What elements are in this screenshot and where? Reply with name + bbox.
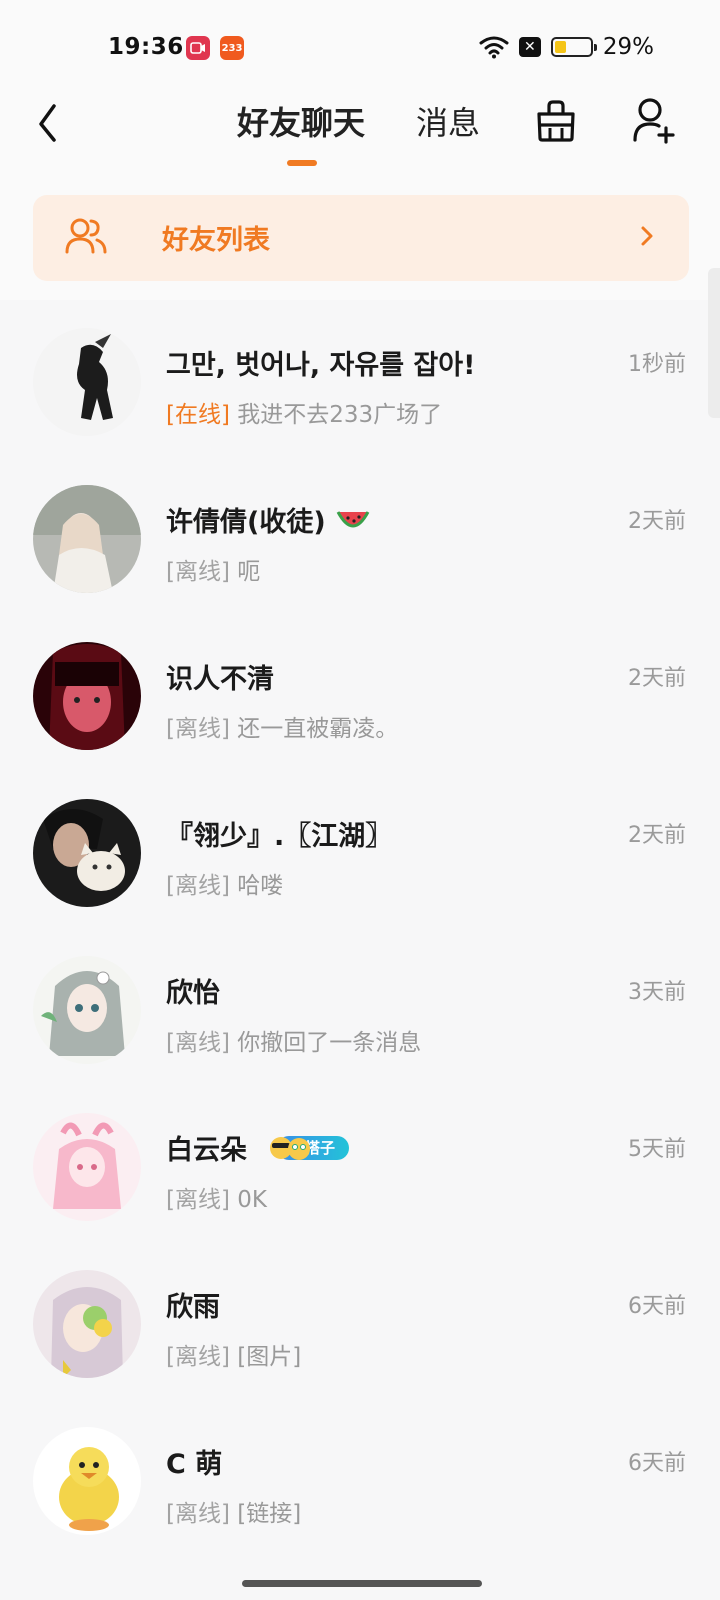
chat-preview: [离线] 你撤回了一条消息 xyxy=(166,1023,421,1057)
broom-basket-icon xyxy=(537,100,575,142)
home-indicator[interactable] xyxy=(242,1580,482,1587)
chat-time: 2天前 xyxy=(628,666,686,691)
chat-name-text: 『翎少』.〖江湖〗 xyxy=(166,821,393,852)
offline-status: [离线] xyxy=(166,1187,230,1213)
chat-name: 『翎少』.〖江湖〗 xyxy=(166,814,392,853)
record-icon xyxy=(186,36,210,60)
chat-time: 6天前 xyxy=(628,1294,686,1319)
chat-message: [图片] xyxy=(237,1344,302,1370)
chat-name-text: 白云朵 xyxy=(166,1135,247,1166)
chat-name: C 萌 xyxy=(166,1442,222,1481)
chat-message: 你撤回了一条消息 xyxy=(237,1030,422,1056)
chat-name-text: 欣雨 xyxy=(166,1292,220,1323)
chat-name: 欣雨 xyxy=(166,1285,220,1324)
chat-name-text: C 萌 xyxy=(166,1449,223,1480)
offline-status: [离线] xyxy=(166,1501,230,1527)
chevron-left-icon xyxy=(39,104,56,142)
offline-status: [离线] xyxy=(166,1030,230,1056)
close-box-icon: ✕ xyxy=(518,37,541,57)
chat-row[interactable]: 欣怡 3天前 [离线] 你撤回了一条消息 xyxy=(0,933,720,1090)
avatar[interactable] xyxy=(33,642,141,750)
chat-time: 5天前 xyxy=(628,1137,686,1162)
tab-friend-chat[interactable]: 好友聊天 xyxy=(237,98,365,144)
chat-preview: [离线] 还一直被霸凌。 xyxy=(166,709,398,743)
battery-icon xyxy=(550,37,597,57)
offline-status: [离线] xyxy=(166,716,230,742)
chat-time: 6天前 xyxy=(628,1451,686,1476)
app-233-icon: 233 xyxy=(220,36,244,60)
chat-time: 3天前 xyxy=(628,980,686,1005)
friend-list-banner[interactable]: 好友列表 xyxy=(33,195,689,281)
cleanup-button[interactable] xyxy=(534,98,578,142)
online-status: [在线] xyxy=(166,402,230,428)
chat-name: 白云朵 搭子 xyxy=(166,1128,350,1167)
active-tab-indicator xyxy=(287,160,317,166)
avatar[interactable] xyxy=(33,1427,141,1535)
battery-fill xyxy=(554,41,566,53)
add-user-icon xyxy=(633,98,675,144)
avatar[interactable] xyxy=(33,1113,141,1221)
battery-percent: 29% xyxy=(602,34,654,60)
app-233-label: 233 xyxy=(221,42,243,54)
offline-status: [离线] xyxy=(166,1344,230,1370)
chat-message: 呃 xyxy=(237,559,261,585)
chat-name-text: 欣怡 xyxy=(166,978,220,1009)
status-time: 19:36 xyxy=(108,34,184,60)
chat-name: 그만, 벗어나, 자유를 잡아! xyxy=(166,343,475,382)
chat-preview: [离线] [图片] xyxy=(166,1337,301,1371)
back-button[interactable] xyxy=(30,96,70,142)
avatar[interactable] xyxy=(33,328,141,436)
status-right: ✕ 29% xyxy=(479,32,654,62)
chat-preview: [离线] 哈喽 xyxy=(166,866,283,900)
emoji-pair-icon xyxy=(270,1136,310,1160)
offline-status: [离线] xyxy=(166,559,230,585)
chat-name-text: 许倩倩(收徒) xyxy=(166,507,326,538)
chat-preview: [离线] [链接] xyxy=(166,1494,301,1528)
avatar[interactable] xyxy=(33,956,141,1064)
chat-name-text: 그만, 벗어나, 자유를 잡아! xyxy=(166,350,476,381)
chat-message: 还一直被霸凌。 xyxy=(237,716,399,742)
chat-preview: [在线] 我进不去233广场了 xyxy=(166,395,442,429)
people-icon xyxy=(65,218,107,254)
avatar[interactable] xyxy=(33,1270,141,1378)
chat-preview: [离线] 呃 xyxy=(166,552,260,586)
chat-row[interactable]: 『翎少』.〖江湖〗 2天前 [离线] 哈喽 xyxy=(0,776,720,933)
chat-row[interactable]: C 萌 6天前 [离线] [链接] xyxy=(0,1404,720,1561)
chevron-right-icon xyxy=(641,226,653,246)
add-friend-button[interactable] xyxy=(632,96,676,144)
chat-time: 1秒前 xyxy=(628,352,686,377)
chat-row[interactable]: 许倩倩(收徒) 2天前 [离线] 呃 xyxy=(0,462,720,619)
wifi-icon xyxy=(479,36,509,59)
chat-message: 哈喽 xyxy=(237,873,284,899)
app-header: 好友聊天 消息 xyxy=(0,90,720,170)
chat-time: 2天前 xyxy=(628,509,686,534)
chat-list: 그만, 벗어나, 자유를 잡아! 1秒前 [在线] 我进不去233广场了 许倩倩… xyxy=(0,305,720,1561)
chat-name-text: 识人不清 xyxy=(166,664,274,695)
chat-time: 2天前 xyxy=(628,823,686,848)
watermelon-icon xyxy=(336,510,370,527)
offline-status: [离线] xyxy=(166,873,230,899)
chat-name: 许倩倩(收徒) xyxy=(166,500,370,539)
chat-message: [链接] xyxy=(237,1501,302,1527)
chat-message: 我进不去233广场了 xyxy=(237,402,443,428)
tab-messages[interactable]: 消息 xyxy=(416,98,480,144)
buddy-badge: 搭子 xyxy=(270,1135,350,1160)
chat-name: 欣怡 xyxy=(166,971,220,1010)
chat-row[interactable]: 识人不清 2天前 [离线] 还一直被霸凌。 xyxy=(0,619,720,776)
chat-row[interactable]: 欣雨 6天前 [离线] [图片] xyxy=(0,1247,720,1404)
chat-message: 0K xyxy=(237,1187,267,1213)
chat-row[interactable]: 그만, 벗어나, 자유를 잡아! 1秒前 [在线] 我进不去233广场了 xyxy=(0,305,720,462)
chat-row[interactable]: 白云朵 搭子 5天前 [离线] 0K xyxy=(0,1090,720,1247)
avatar[interactable] xyxy=(33,485,141,593)
chat-name: 识人不清 xyxy=(166,657,274,696)
chat-preview: [离线] 0K xyxy=(166,1180,267,1214)
friend-list-label: 好友列表 xyxy=(162,225,270,256)
status-bar: 19:36 233 ✕ 29% xyxy=(0,0,720,90)
avatar[interactable] xyxy=(33,799,141,907)
